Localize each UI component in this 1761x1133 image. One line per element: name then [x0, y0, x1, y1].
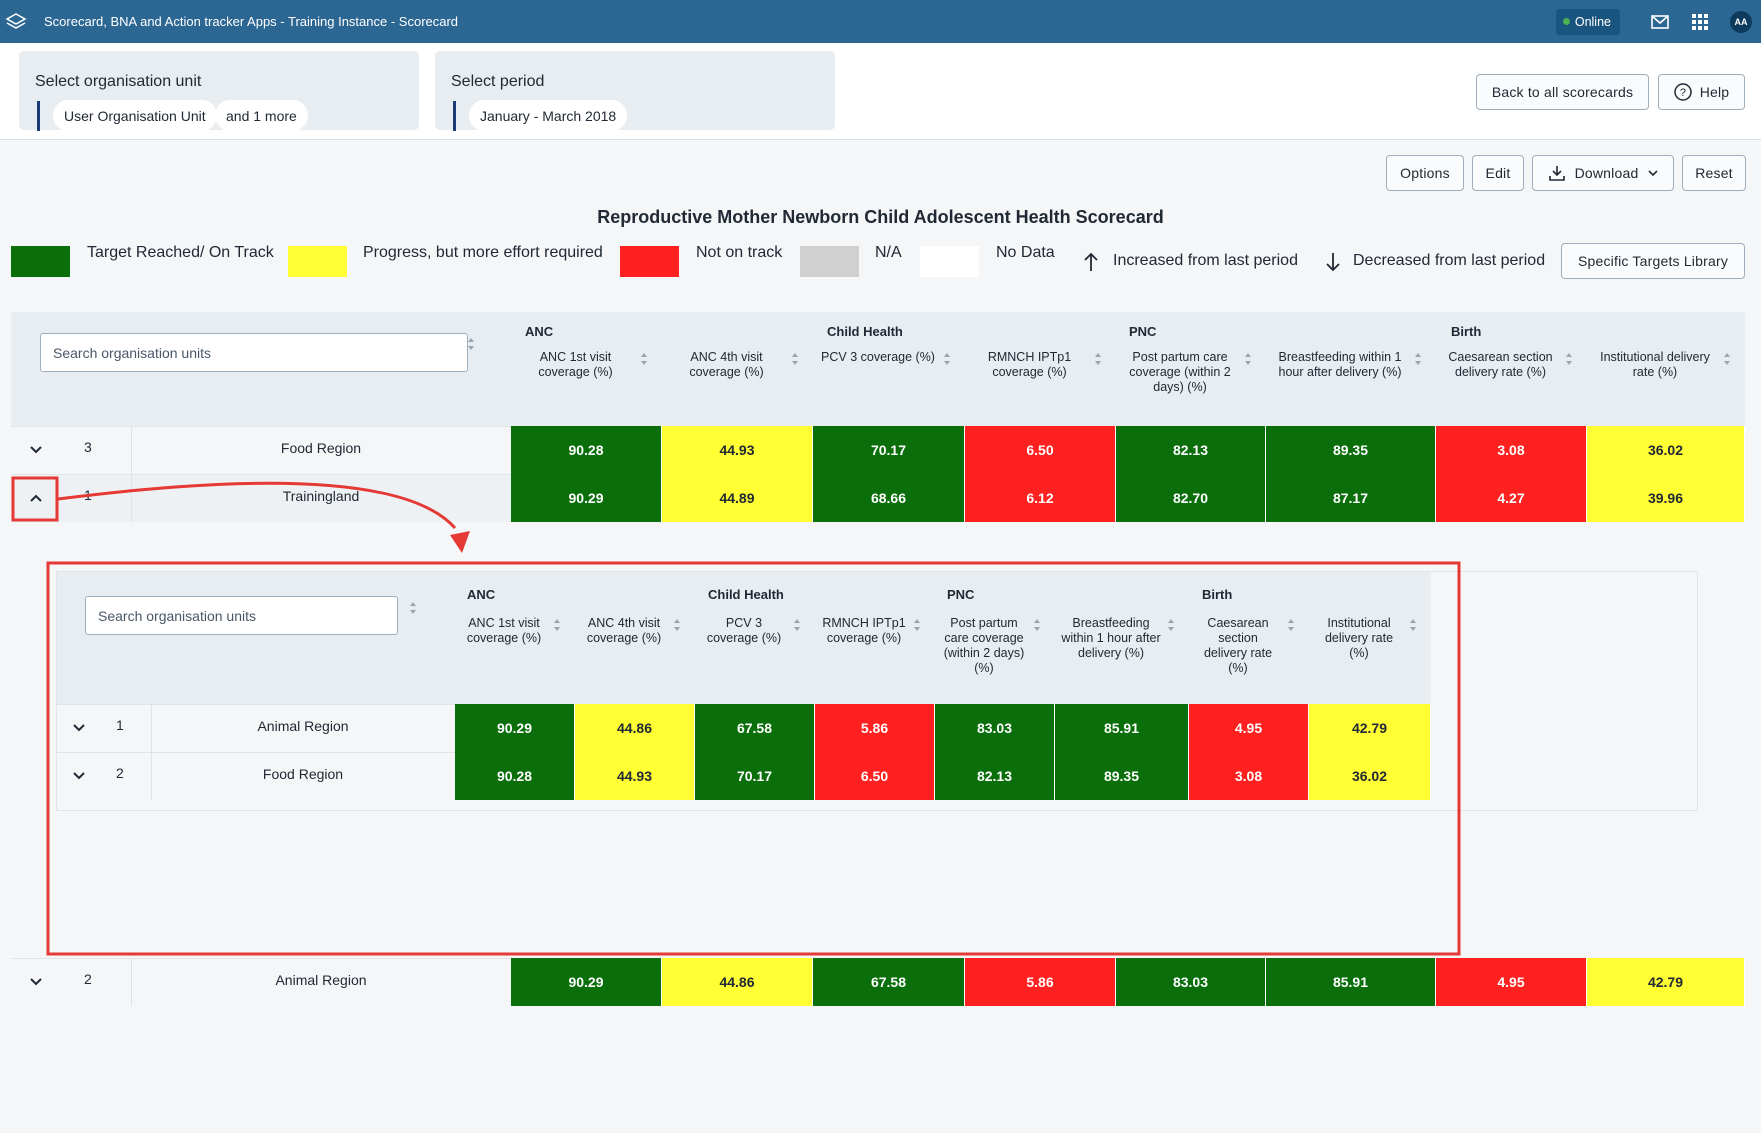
org-chip-more: and 1 more	[215, 100, 308, 131]
period-selector[interactable]: Select period January - March 2018	[435, 51, 835, 131]
annotation-highlight-box	[11, 476, 59, 522]
selection-bar: Select organisation unit User Organisati…	[0, 43, 1761, 140]
back-to-scorecards-button[interactable]: Back to all scorecards	[1476, 74, 1649, 110]
apps-grid-icon[interactable]	[1680, 0, 1720, 43]
period-accent	[453, 101, 456, 131]
annotation-arrowhead	[450, 531, 470, 553]
online-label: Online	[1574, 14, 1611, 29]
help-label: Help	[1699, 84, 1730, 100]
period-chip: January - March 2018	[469, 100, 628, 131]
svg-text:?: ?	[1680, 87, 1686, 99]
org-unit-label: Select organisation unit	[35, 73, 202, 90]
org-unit-selector[interactable]: Select organisation unit User Organisati…	[19, 51, 419, 131]
annotation-overlay	[11, 476, 1461, 956]
online-dot-icon	[1562, 18, 1570, 25]
app-title: Scorecard, BNA and Action tracker Apps -…	[44, 14, 459, 29]
help-icon: ?	[1673, 83, 1692, 101]
annotation-subtable-box	[46, 561, 1461, 956]
app-header: Scorecard, BNA and Action tracker Apps -…	[0, 0, 1761, 43]
scorecard-main: Options Edit Download Reset Reproductive…	[0, 141, 1761, 1133]
online-status-badge: Online	[1555, 8, 1620, 35]
dhis2-logo-icon[interactable]	[5, 11, 27, 33]
messages-icon[interactable]	[1640, 0, 1680, 43]
annotation-arrow-line	[57, 481, 457, 529]
org-unit-accent	[37, 101, 40, 131]
period-label: Select period	[451, 73, 545, 90]
user-avatar[interactable]: AA	[1730, 10, 1752, 33]
help-button[interactable]: ? Help	[1658, 74, 1745, 110]
org-chip-user-org-unit: User Organisation Unit	[53, 100, 217, 131]
